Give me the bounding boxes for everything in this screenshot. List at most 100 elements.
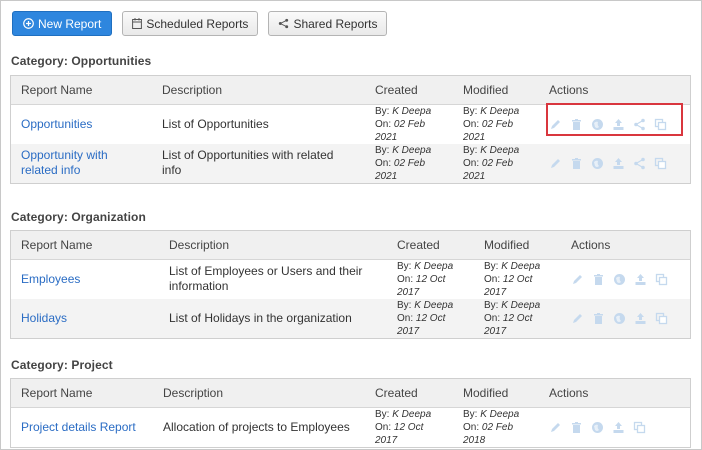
globe-icon[interactable] xyxy=(613,312,626,325)
copy-icon[interactable] xyxy=(655,273,668,286)
new-report-label: New Report xyxy=(38,16,102,31)
plus-circle-icon xyxy=(23,18,34,29)
report-link[interactable]: Opportunities xyxy=(21,117,92,131)
created-by: K Deepa xyxy=(414,260,454,272)
modified-by: K Deepa xyxy=(501,260,541,272)
created-meta: By: K Deepa On: 02 Feb 2021 xyxy=(365,104,453,144)
share-icon[interactable] xyxy=(633,118,646,131)
table-row: Opportunity with related info List of Op… xyxy=(11,143,690,183)
share-icon[interactable] xyxy=(633,157,646,170)
edit-icon[interactable] xyxy=(549,421,562,434)
by-label: By: xyxy=(484,260,499,272)
edit-icon[interactable] xyxy=(571,312,584,325)
row-actions xyxy=(549,118,680,131)
modified-by: K Deepa xyxy=(501,299,541,311)
export-icon[interactable] xyxy=(612,421,625,434)
column-header-report-name: Report Name xyxy=(11,231,159,260)
by-label: By: xyxy=(375,105,390,117)
on-label: On: xyxy=(375,421,392,433)
delete-icon[interactable] xyxy=(592,273,605,286)
report-link[interactable]: Opportunity with related info xyxy=(21,148,108,177)
by-label: By: xyxy=(463,408,478,420)
created-meta: By: K Deepa On: 12 Oct 2017 xyxy=(365,407,453,447)
report-description: List of Employees or Users and their inf… xyxy=(169,264,363,293)
modified-meta: By: K Deepa On: 12 Oct 2017 xyxy=(474,299,561,338)
modified-meta: By: K Deepa On: 02 Feb 2021 xyxy=(453,104,539,144)
toolbar: New Report Scheduled Reports Shared Repo… xyxy=(12,11,388,37)
copy-icon[interactable] xyxy=(633,421,646,434)
by-label: By: xyxy=(397,260,412,272)
shared-reports-button[interactable]: Shared Reports xyxy=(268,11,388,36)
report-description: List of Opportunities with related info xyxy=(162,148,334,177)
category-title-project: Category: Project xyxy=(11,358,113,372)
column-header-description: Description xyxy=(153,379,365,408)
modified-meta: By: K Deepa On: 02 Feb 2021 xyxy=(453,144,539,183)
on-label: On: xyxy=(375,157,392,169)
by-label: By: xyxy=(375,144,390,156)
on-label: On: xyxy=(397,312,414,324)
created-meta: By: K Deepa On: 12 Oct 2017 xyxy=(387,259,474,299)
report-link[interactable]: Holidays xyxy=(21,311,67,325)
on-label: On: xyxy=(484,273,501,285)
modified-meta: By: K Deepa On: 02 Feb 2018 xyxy=(453,407,539,447)
table-row: Employees List of Employees or Users and… xyxy=(11,259,690,299)
by-label: By: xyxy=(463,144,478,156)
delete-icon[interactable] xyxy=(570,118,583,131)
export-icon[interactable] xyxy=(612,118,625,131)
globe-icon[interactable] xyxy=(591,157,604,170)
column-header-description: Description xyxy=(159,231,387,260)
delete-icon[interactable] xyxy=(592,312,605,325)
column-header-actions: Actions xyxy=(539,379,690,408)
new-report-button[interactable]: New Report xyxy=(12,11,113,36)
created-meta: By: K Deepa On: 12 Oct 2017 xyxy=(387,299,474,338)
export-icon[interactable] xyxy=(612,157,625,170)
row-actions xyxy=(571,312,680,325)
calendar-icon xyxy=(132,18,143,29)
by-label: By: xyxy=(463,105,478,117)
scheduled-reports-label: Scheduled Reports xyxy=(146,16,249,31)
created-by: K Deepa xyxy=(392,105,432,117)
scheduled-reports-button[interactable]: Scheduled Reports xyxy=(122,11,259,36)
on-label: On: xyxy=(463,421,480,433)
on-label: On: xyxy=(484,312,501,324)
globe-icon[interactable] xyxy=(613,273,626,286)
table-row: Holidays List of Holidays in the organiz… xyxy=(11,298,690,338)
report-table-opportunities: Report Name Description Created Modified… xyxy=(10,75,691,184)
column-header-report-name: Report Name xyxy=(11,76,152,105)
report-link[interactable]: Project details Report xyxy=(21,420,136,434)
created-by: K Deepa xyxy=(392,408,432,420)
report-link[interactable]: Employees xyxy=(21,272,80,286)
column-header-description: Description xyxy=(152,76,365,105)
export-icon[interactable] xyxy=(634,312,647,325)
report-description: List of Opportunities xyxy=(162,116,269,131)
table-row: Opportunities List of Opportunities By: … xyxy=(11,104,690,144)
column-header-actions: Actions xyxy=(561,231,690,260)
delete-icon[interactable] xyxy=(570,157,583,170)
table-header-row: Report Name Description Created Modified… xyxy=(11,379,690,408)
row-actions xyxy=(549,421,680,434)
column-header-modified: Modified xyxy=(453,379,539,408)
globe-icon[interactable] xyxy=(591,118,604,131)
table-header-row: Report Name Description Created Modified… xyxy=(11,231,690,260)
export-icon[interactable] xyxy=(634,273,647,286)
category-title-organization: Category: Organization xyxy=(11,210,146,224)
modified-by: K Deepa xyxy=(480,408,520,420)
copy-icon[interactable] xyxy=(655,312,668,325)
copy-icon[interactable] xyxy=(654,118,667,131)
edit-icon[interactable] xyxy=(571,273,584,286)
edit-icon[interactable] xyxy=(549,157,562,170)
shared-reports-label: Shared Reports xyxy=(293,16,378,31)
on-label: On: xyxy=(463,157,480,169)
report-description: List of Holidays in the organization xyxy=(169,310,352,325)
on-label: On: xyxy=(463,118,480,130)
share-icon xyxy=(278,18,289,29)
edit-icon[interactable] xyxy=(549,118,562,131)
category-title-opportunities: Category: Opportunities xyxy=(11,54,152,68)
modified-by: K Deepa xyxy=(480,105,520,117)
copy-icon[interactable] xyxy=(654,157,667,170)
created-meta: By: K Deepa On: 02 Feb 2021 xyxy=(365,144,453,183)
globe-icon[interactable] xyxy=(591,421,604,434)
delete-icon[interactable] xyxy=(570,421,583,434)
by-label: By: xyxy=(484,299,499,311)
column-header-modified: Modified xyxy=(453,76,539,105)
